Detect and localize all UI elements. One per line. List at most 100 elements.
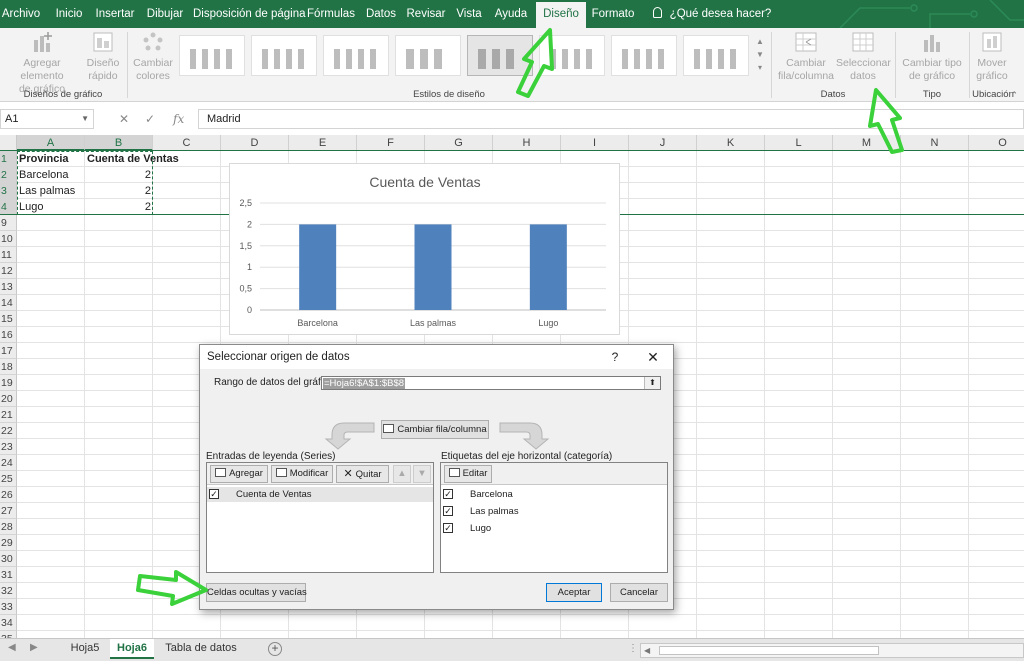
- row-header-3[interactable]: 3: [0, 183, 17, 199]
- change-chart-type-button[interactable]: Cambiar tipo de gráfico: [898, 30, 966, 83]
- tab-insertar[interactable]: Insertar: [92, 0, 138, 28]
- row-header-12[interactable]: 12: [0, 263, 17, 279]
- chart-style-2[interactable]: [251, 35, 317, 76]
- quick-layout-button[interactable]: Diseño rápido: [84, 30, 122, 83]
- scroll-thumb[interactable]: [659, 646, 879, 655]
- styles-scroll[interactable]: ▲ ▼ ▾: [754, 35, 766, 76]
- row-header-18[interactable]: 18: [0, 359, 17, 375]
- hidden-empty-cells-button[interactable]: Celdas ocultas y vacías: [206, 583, 307, 602]
- row-header-22[interactable]: 22: [0, 423, 17, 439]
- row-header-24[interactable]: 24: [0, 455, 17, 471]
- category-item[interactable]: Las palmas: [470, 506, 519, 517]
- row-header-29[interactable]: 29: [0, 535, 17, 551]
- category-item[interactable]: Barcelona: [470, 489, 513, 500]
- chart-bar[interactable]: [414, 224, 452, 310]
- row-header-13[interactable]: 13: [0, 279, 17, 295]
- row-header-14[interactable]: 14: [0, 295, 17, 311]
- range-input[interactable]: =Hoja6!$A$1:$B$8 ⬆: [321, 376, 661, 390]
- column-header-i[interactable]: I: [561, 135, 629, 151]
- row-header-19[interactable]: 19: [0, 375, 17, 391]
- row-header-2[interactable]: 2: [0, 167, 17, 183]
- change-colors-button[interactable]: Cambiar colores: [132, 30, 174, 83]
- cancel-entry-icon[interactable]: ✕: [119, 109, 129, 129]
- bar-chart[interactable]: Cuenta de Ventas 0 0,5 1 1,5 2 2,5 Barcelona La…: [229, 163, 620, 335]
- horizontal-scrollbar[interactable]: ◀: [640, 643, 1024, 658]
- add-series-button[interactable]: Agregar: [210, 465, 268, 483]
- prev-sheet-icon[interactable]: ◀: [8, 642, 16, 653]
- switch-row-column-button[interactable]: Cambiar fila/columna: [776, 30, 836, 83]
- tab-disposicion[interactable]: Disposición de página: [193, 0, 306, 28]
- tab-formato[interactable]: Formato: [589, 0, 637, 28]
- series-item[interactable]: Cuenta de Ventas: [236, 489, 312, 500]
- row-header-23[interactable]: 23: [0, 439, 17, 455]
- sheet-tab-hoja5[interactable]: Hoja5: [62, 639, 108, 659]
- chart-style-3[interactable]: [323, 35, 389, 76]
- ok-button[interactable]: Aceptar: [546, 583, 602, 602]
- category-checkbox[interactable]: ✓: [443, 523, 453, 533]
- row-header-16[interactable]: 16: [0, 327, 17, 343]
- insert-function-icon[interactable]: fx: [173, 109, 184, 129]
- column-header-g[interactable]: G: [425, 135, 493, 151]
- sheet-tab-tabla-datos[interactable]: Tabla de datos: [157, 639, 245, 659]
- chart-style-7[interactable]: [611, 35, 677, 76]
- next-sheet-icon[interactable]: ▶: [30, 642, 38, 653]
- column-header-h[interactable]: H: [493, 135, 561, 151]
- move-down-button[interactable]: ▼: [413, 465, 431, 483]
- confirm-entry-icon[interactable]: ✓: [145, 109, 155, 129]
- row-header-10[interactable]: 10: [0, 231, 17, 247]
- switch-row-column-dialog-button[interactable]: Cambiar fila/columna: [381, 420, 489, 439]
- column-header-e[interactable]: E: [289, 135, 357, 151]
- edit-axis-button[interactable]: Editar: [444, 465, 492, 483]
- row-header-32[interactable]: 32: [0, 583, 17, 599]
- scroll-left-icon[interactable]: ◀: [644, 646, 650, 655]
- category-checkbox[interactable]: ✓: [443, 489, 453, 499]
- add-sheet-button[interactable]: +: [268, 642, 282, 656]
- row-header-27[interactable]: 27: [0, 503, 17, 519]
- move-chart-button[interactable]: Mover gráfico: [972, 30, 1012, 83]
- name-box[interactable]: A1 ▼: [0, 109, 94, 129]
- tab-datos[interactable]: Datos: [363, 0, 399, 28]
- row-header-1[interactable]: 1: [0, 151, 17, 167]
- row-header-34[interactable]: 34: [0, 615, 17, 631]
- row-header-28[interactable]: 28: [0, 519, 17, 535]
- chart-bar[interactable]: [529, 224, 567, 310]
- remove-series-button[interactable]: ✕ Quitar: [336, 465, 389, 483]
- row-header-17[interactable]: 17: [0, 343, 17, 359]
- tell-me-box[interactable]: ¿Qué desea hacer?: [652, 0, 772, 28]
- tab-vista[interactable]: Vista: [452, 0, 486, 28]
- chart-bar[interactable]: [299, 224, 337, 310]
- chart-style-1[interactable]: [179, 35, 245, 76]
- add-chart-element-button[interactable]: Agregar elemento de gráfico: [2, 30, 82, 96]
- row-header-20[interactable]: 20: [0, 391, 17, 407]
- row-header-26[interactable]: 26: [0, 487, 17, 503]
- column-header-b[interactable]: B: [85, 135, 153, 151]
- row-header-30[interactable]: 30: [0, 551, 17, 567]
- tab-archivo[interactable]: Archivo: [0, 0, 42, 28]
- row-header-35[interactable]: 35: [0, 631, 17, 638]
- column-header-l[interactable]: L: [765, 135, 833, 151]
- chart-style-4[interactable]: [395, 35, 461, 76]
- close-icon[interactable]: ✕: [646, 345, 660, 369]
- row-header-9[interactable]: 9: [0, 215, 17, 231]
- select-data-button[interactable]: Seleccionar datos: [836, 30, 891, 83]
- sheet-tab-hoja6[interactable]: Hoja6: [110, 639, 154, 659]
- row-header-31[interactable]: 31: [0, 567, 17, 583]
- tab-formulas[interactable]: Fórmulas: [306, 0, 356, 28]
- collapse-ribbon-icon[interactable]: ⌃: [1010, 90, 1018, 101]
- move-up-button[interactable]: ▲: [393, 465, 411, 483]
- category-item[interactable]: Lugo: [470, 523, 491, 534]
- sheet-scroll-handle[interactable]: ⋮: [628, 643, 638, 654]
- cancel-button[interactable]: Cancelar: [610, 583, 668, 602]
- chart-title[interactable]: Cuenta de Ventas: [369, 174, 480, 190]
- help-button[interactable]: ?: [608, 345, 622, 369]
- column-header-k[interactable]: K: [697, 135, 765, 151]
- tab-revisar[interactable]: Revisar: [406, 0, 446, 28]
- row-header-25[interactable]: 25: [0, 471, 17, 487]
- column-header-f[interactable]: F: [357, 135, 425, 151]
- series-checkbox[interactable]: ✓: [209, 489, 219, 499]
- category-checkbox[interactable]: ✓: [443, 506, 453, 516]
- select-all-corner[interactable]: [0, 135, 17, 151]
- collapse-dialog-icon[interactable]: ⬆: [644, 377, 660, 389]
- column-header-a[interactable]: A: [17, 135, 85, 151]
- edit-series-button[interactable]: Modificar: [271, 465, 333, 483]
